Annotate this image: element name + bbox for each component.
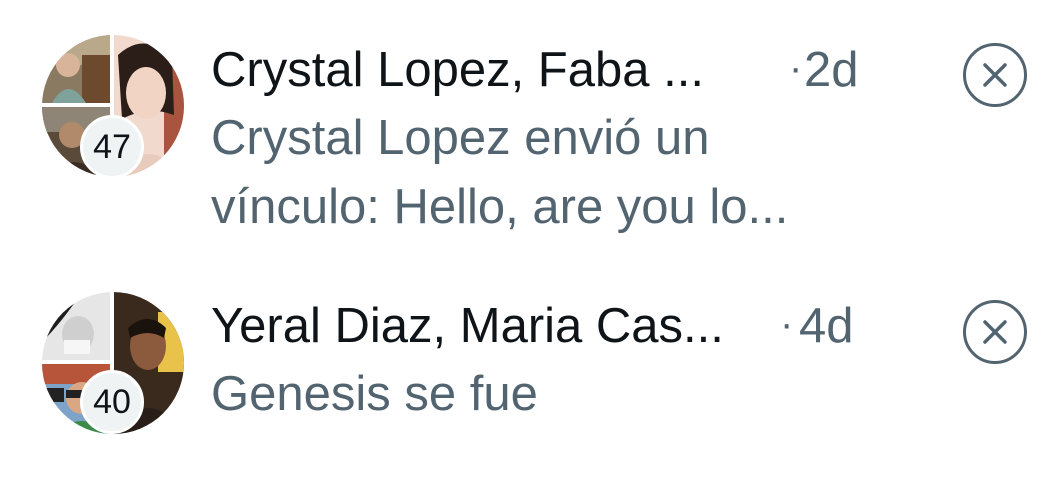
separator-dot: · [789, 46, 803, 90]
member-count-badge: 47 [80, 115, 144, 179]
member-count-badge: 40 [80, 370, 144, 434]
message-preview: Crystal Lopez envió un vínculo: Hello, a… [211, 111, 789, 234]
participant-names: Yeral Diaz, Maria Cas... [211, 299, 724, 353]
avatar-photo [42, 292, 110, 360]
participant-names: Crystal Lopez, Faba ... [211, 43, 704, 97]
dismiss-button[interactable] [963, 300, 1027, 364]
conversation-list: 47 Crystal Lopez, Faba ... · 2d Crystal … [0, 0, 1064, 504]
dismiss-button[interactable] [963, 43, 1027, 107]
separator-dot: · [780, 302, 794, 346]
title-line: Crystal Lopez, Faba ... · 2d [211, 38, 911, 102]
close-circle-icon [983, 63, 1007, 87]
conversation-text: Crystal Lopez, Faba ... · 2d Crystal Lop… [211, 38, 911, 242]
conversation-text: Yeral Diaz, Maria Cas... · 4d Genesis se… [211, 294, 911, 429]
conversation-row[interactable]: 47 Crystal Lopez, Faba ... · 2d Crystal … [0, 0, 1064, 260]
message-preview: Genesis se fue [211, 367, 538, 421]
timestamp: 4d [799, 299, 854, 353]
close-circle-icon [983, 320, 1007, 344]
title-line: Yeral Diaz, Maria Cas... · 4d [211, 294, 911, 358]
conversation-row[interactable]: 40 Yeral Diaz, Maria Cas... · 4d Genesis… [0, 260, 1064, 504]
timestamp: 2d [804, 43, 859, 97]
avatar-photo [42, 35, 110, 103]
